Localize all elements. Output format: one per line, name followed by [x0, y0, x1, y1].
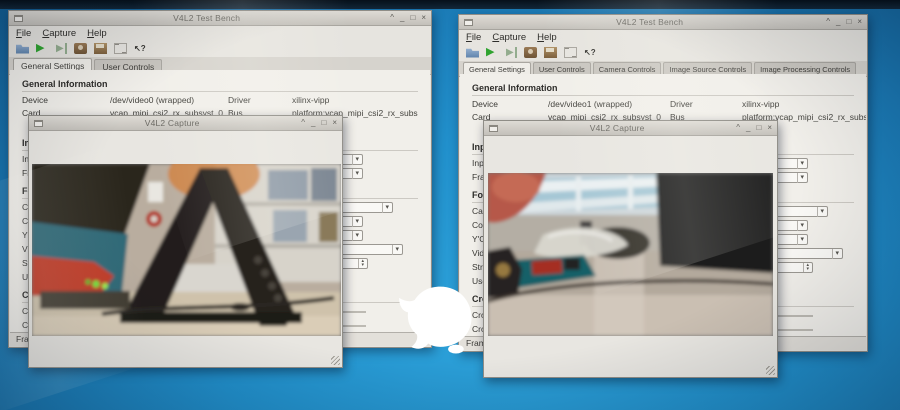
resize-icon[interactable]	[114, 42, 127, 54]
open-file-icon[interactable]	[466, 48, 479, 58]
window-title: V4L2 Capture	[144, 118, 200, 128]
window-icon	[14, 14, 23, 22]
driver-value: xilinx-vipp	[292, 95, 330, 105]
window-title: V4L2 Test Bench	[173, 13, 241, 23]
resize-grip[interactable]	[331, 356, 340, 365]
menu-capture[interactable]: Capture	[42, 28, 76, 39]
minimize-button[interactable]: _	[746, 123, 750, 133]
snapshot-icon[interactable]	[524, 46, 537, 58]
photographed-desktop: { "chrome": { "shade": "^", "minimize": …	[0, 0, 900, 410]
minimize-button[interactable]: _	[836, 17, 840, 27]
window-title: V4L2 Capture	[589, 123, 645, 133]
snapshot-icon[interactable]	[74, 42, 87, 54]
title-bar[interactable]: V4L2 Capture ^ _ □ ×	[29, 116, 342, 131]
window-icon	[464, 18, 473, 26]
open-file-icon[interactable]	[16, 44, 29, 54]
shade-button[interactable]: ^	[301, 118, 305, 128]
shade-button[interactable]: ^	[826, 17, 830, 27]
driver-value: xilinx-vipp	[742, 99, 780, 109]
toolbar	[459, 44, 867, 61]
section-general-information: General Information	[472, 80, 854, 96]
whats-this-icon[interactable]	[584, 47, 597, 58]
minimize-button[interactable]: _	[400, 13, 404, 23]
close-button[interactable]: ×	[857, 17, 862, 27]
start-capture-icon[interactable]	[36, 43, 49, 54]
device-label: Device	[22, 95, 48, 105]
menu-help[interactable]: Help	[87, 28, 107, 39]
step-frame-icon[interactable]	[56, 42, 67, 54]
window-icon	[34, 119, 43, 127]
close-button[interactable]: ×	[767, 123, 772, 133]
driver-label: Driver	[670, 99, 693, 109]
close-button[interactable]: ×	[332, 118, 337, 128]
maximize-button[interactable]: □	[321, 118, 326, 128]
menu-help[interactable]: Help	[537, 32, 557, 43]
v4l2-capture-window-left: V4L2 Capture ^ _ □ ×	[28, 115, 343, 368]
title-bar[interactable]: V4L2 Capture ^ _ □ ×	[484, 121, 777, 136]
close-button[interactable]: ×	[421, 13, 426, 23]
menu-bar: File Capture Help	[459, 30, 867, 44]
device-value: /dev/video0 (wrapped)	[110, 95, 195, 105]
minimize-button[interactable]: _	[311, 118, 315, 128]
v4l2-capture-window-right: V4L2 Capture ^ _ □ ×	[483, 120, 778, 378]
shade-button[interactable]: ^	[390, 13, 394, 23]
capture-video-left	[32, 164, 341, 336]
title-bar[interactable]: V4L2 Test Bench ^ _ □ ×	[9, 11, 431, 26]
save-raw-icon[interactable]	[544, 46, 557, 58]
title-bar[interactable]: V4L2 Test Bench ^ _ □ ×	[459, 15, 867, 30]
toolbar	[9, 40, 431, 57]
resize-icon[interactable]	[564, 46, 577, 58]
maximize-button[interactable]: □	[410, 13, 415, 23]
step-frame-icon[interactable]	[506, 46, 517, 58]
xfce-mouse-logo	[399, 286, 472, 354]
resize-grip[interactable]	[766, 366, 775, 375]
start-capture-icon[interactable]	[486, 47, 499, 58]
shade-button[interactable]: ^	[736, 123, 740, 133]
section-general-information: General Information	[22, 76, 418, 92]
window-title: V4L2 Test Bench	[616, 17, 684, 27]
menu-file[interactable]: File	[16, 28, 31, 39]
window-icon	[489, 124, 498, 132]
save-raw-icon[interactable]	[94, 42, 107, 54]
menu-capture[interactable]: Capture	[492, 32, 526, 43]
maximize-button[interactable]: □	[846, 17, 851, 27]
monitor-bezel	[0, 0, 900, 9]
maximize-button[interactable]: □	[756, 123, 761, 133]
capture-video-right	[488, 173, 773, 336]
whats-this-icon[interactable]	[134, 43, 147, 54]
menu-bar: File Capture Help	[9, 26, 431, 40]
menu-file[interactable]: File	[466, 32, 481, 43]
device-label: Device	[472, 99, 498, 109]
driver-label: Driver	[228, 95, 251, 105]
device-value: /dev/video1 (wrapped)	[548, 99, 633, 109]
